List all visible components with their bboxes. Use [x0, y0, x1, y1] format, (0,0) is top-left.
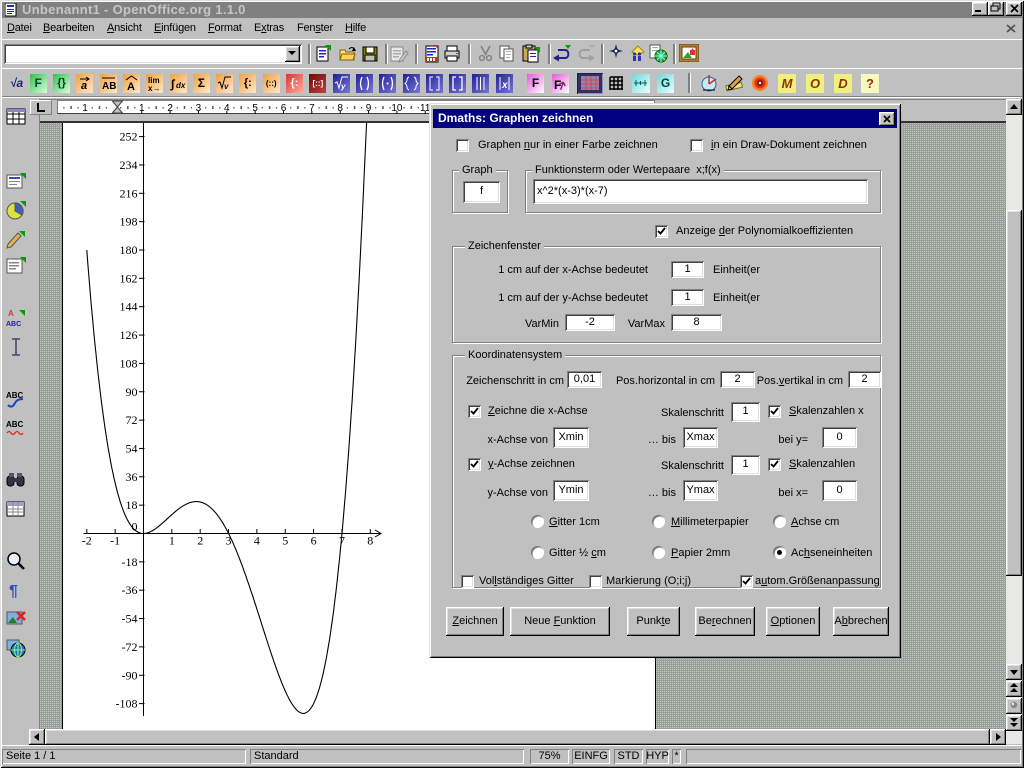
svg-text:1: 1	[169, 534, 175, 548]
svg-text:v: v	[224, 82, 229, 91]
svg-text:-1: -1	[110, 534, 120, 548]
svg-text:-36: -36	[122, 583, 138, 597]
svg-text:18: 18	[126, 498, 138, 512]
svg-text:54: 54	[126, 441, 138, 455]
svg-text:a: a	[81, 80, 87, 92]
svg-text:ABC: ABC	[6, 420, 24, 429]
svg-text:x: x	[501, 80, 508, 91]
svg-text:162: 162	[120, 271, 138, 285]
svg-text:72: 72	[126, 413, 138, 427]
svg-text:198: 198	[120, 215, 138, 229]
svg-text:x→: x→	[148, 84, 160, 93]
svg-text:ABC: ABC	[6, 321, 21, 328]
svg-text:-54: -54	[122, 612, 138, 626]
svg-text:6: 6	[311, 534, 317, 548]
svg-text:108: 108	[120, 356, 138, 370]
svg-text:-72: -72	[122, 640, 138, 654]
svg-text:8: 8	[367, 534, 373, 548]
svg-text:216: 216	[120, 186, 138, 200]
svg-text:-90: -90	[122, 668, 138, 682]
svg-text:A: A	[8, 309, 14, 318]
svg-text:-108: -108	[116, 697, 138, 711]
svg-text:180: 180	[120, 243, 138, 257]
svg-text:-2: -2	[82, 534, 92, 548]
svg-text:AB: AB	[102, 81, 116, 92]
svg-text:A: A	[127, 81, 135, 93]
svg-text:126: 126	[120, 328, 138, 342]
svg-text:3: 3	[226, 534, 232, 548]
svg-text:F: F	[554, 78, 561, 92]
svg-text:252: 252	[120, 130, 138, 144]
svg-text:-18: -18	[122, 555, 138, 569]
svg-text:2: 2	[197, 534, 203, 548]
svg-text:90: 90	[126, 385, 138, 399]
svg-text:y: y	[340, 82, 346, 91]
svg-text:5: 5	[282, 534, 288, 548]
svg-text:¶: ¶	[9, 583, 18, 600]
svg-text:144: 144	[120, 300, 138, 314]
svg-text:1: 1	[82, 103, 88, 114]
svg-text:4: 4	[254, 534, 260, 548]
svg-text:dx: dx	[176, 81, 186, 90]
svg-text:234: 234	[120, 158, 138, 172]
svg-text:36: 36	[126, 470, 138, 484]
